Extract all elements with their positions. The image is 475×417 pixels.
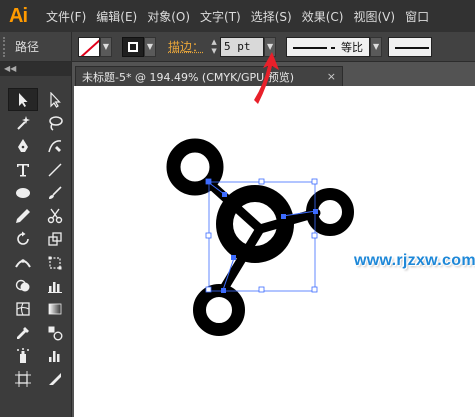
brush-definition[interactable] (388, 36, 433, 57)
document-tab-bar: 未标题-5* @ 194.49% (CMYK/GPU 预览) × (72, 62, 475, 86)
stroke-square-icon (128, 41, 138, 52)
type-icon[interactable] (8, 158, 38, 181)
profile-dropdown[interactable]: ▼ (370, 36, 383, 57)
fill-dropdown[interactable]: ▼ (100, 36, 112, 57)
pencil-icon[interactable] (8, 204, 38, 227)
stroke-dropdown[interactable]: ▼ (144, 36, 156, 57)
selection-tool-icon[interactable] (8, 88, 38, 112)
stroke-weight-label[interactable]: 描边： (168, 38, 204, 55)
menu-edit[interactable]: 编辑(E) (96, 8, 137, 25)
curvature-icon[interactable] (40, 135, 70, 158)
profile-label: 等比 (341, 40, 364, 54)
app-logo: Ai (9, 4, 28, 27)
document-tab-title: 未标题-5* @ 194.49% (CMYK/GPU 预览) (82, 70, 294, 84)
free-transform-icon[interactable] (40, 251, 70, 274)
paintbrush-icon[interactable] (40, 181, 70, 204)
chevron-down-icon: ▼ (372, 42, 380, 51)
gradient-icon[interactable] (40, 298, 70, 321)
eyedropper-icon[interactable] (8, 321, 38, 344)
rotate-icon[interactable] (8, 228, 38, 251)
chevron-up-icon[interactable]: ▲ (211, 38, 216, 47)
symbol-sprayer-icon[interactable] (8, 344, 38, 367)
line-icon[interactable] (40, 158, 70, 181)
stroke-weight-field[interactable]: 5 pt (220, 36, 265, 57)
menu-file[interactable]: 文件(F) (46, 8, 86, 25)
artboard-canvas[interactable]: www.rjzxw.com (74, 86, 475, 417)
lasso-icon[interactable] (40, 111, 70, 134)
fill-swatch[interactable] (78, 36, 100, 57)
variable-width-profile[interactable]: 等比 (286, 36, 371, 57)
stroke-swatch[interactable] (122, 36, 144, 57)
watermark: www.rjzxw.com (354, 252, 475, 269)
ellipse-icon[interactable] (8, 181, 38, 204)
artboard-icon[interactable] (8, 368, 38, 391)
ring-bottom[interactable] (193, 284, 245, 336)
menu-view[interactable]: 视图(V) (353, 8, 395, 25)
control-bar: 路径 ▼ ▼ 描边： ▲ ▼ 5 pt ▼ 等比 ▼ (0, 31, 475, 62)
close-icon[interactable]: × (327, 70, 336, 83)
menu-select[interactable]: 选择(S) (251, 8, 292, 25)
object-type-label: 路径 (15, 40, 40, 54)
direct-selection-tool-icon[interactable] (40, 88, 70, 111)
divider (71, 31, 72, 62)
menu-bar: Ai 文件(F) 编辑(E) 对象(O) 文字(T) 选择(S) 效果(C) 视… (0, 0, 475, 32)
chevron-down-icon: ▼ (146, 42, 154, 51)
menu-object[interactable]: 对象(O) (147, 8, 190, 25)
stroke-weight-spinner[interactable]: ▲ ▼ (208, 37, 220, 57)
stroke-weight-dropdown[interactable]: ▼ (264, 36, 277, 57)
width-icon[interactable] (8, 251, 38, 274)
blend-icon[interactable] (40, 321, 70, 344)
chevron-down-icon: ▼ (266, 42, 274, 51)
scissors-icon[interactable] (40, 204, 70, 227)
chevron-down-icon[interactable]: ▼ (211, 47, 216, 56)
menu-window[interactable]: 窗口 (405, 8, 429, 25)
column-graph-icon[interactable] (40, 344, 70, 367)
magic-wand-icon[interactable] (8, 111, 38, 134)
control-bar-grip[interactable] (3, 36, 9, 57)
mesh-icon[interactable] (8, 298, 38, 321)
chevron-down-icon: ▼ (102, 42, 110, 51)
menu-type[interactable]: 文字(T) (200, 8, 241, 25)
graph-icon[interactable] (40, 274, 70, 297)
shape-builder-icon[interactable] (8, 274, 38, 297)
document-tab[interactable]: 未标题-5* @ 194.49% (CMYK/GPU 预览) × (75, 66, 343, 86)
panel-collapse-icon[interactable]: ◀◀ (0, 62, 71, 76)
slice-icon[interactable] (40, 368, 70, 391)
scale-icon[interactable] (40, 228, 70, 251)
pen-icon[interactable] (8, 135, 38, 158)
menu-effect[interactable]: 效果(C) (302, 8, 344, 25)
tools-panel: ◀◀ (0, 62, 72, 417)
